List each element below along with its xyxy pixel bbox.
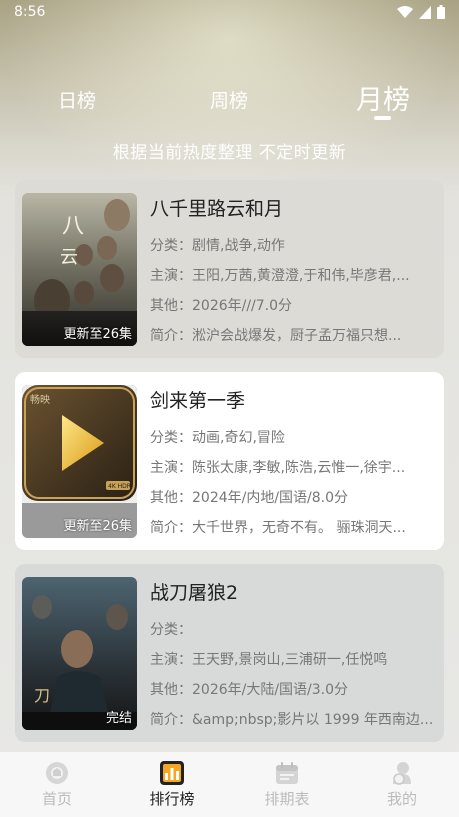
ranking-card[interactable]: 畅映 4K HDR 更新至26集 剑来第一季 分类：动画,奇幻,冒险 主演：陈张… [15,372,444,550]
card-category: 分类： [150,622,192,638]
tab-monthly[interactable]: 月榜 [343,78,423,117]
battery-icon [437,5,445,19]
nav-ranking[interactable]: 排行榜 [132,760,212,809]
card-info: 剑来第一季 分类：动画,奇幻,冒险 主演：陈张太康,李敏,陈浩,云惟一,徐宇..… [150,386,434,543]
poster-image: 刀 完结 [22,577,137,730]
card-other: 其他：2026年///7.0分 [150,298,293,314]
card-cast: 主演：王阳,万茜,黄澄澄,于和伟,毕彦君,... [150,268,410,284]
card-cast: 主演：陈张太康,李敏,陈浩,云惟一,徐宇... [150,460,406,476]
card-title: 战刀屠狼2 [150,582,239,604]
episode-badge: 更新至26集 [63,519,132,534]
profile-icon [393,762,411,785]
card-intro: 简介：大千世界，无奇不有。 骊珠洞天... [150,520,406,536]
poster-calligraphy: 刀 [34,686,50,705]
svg-text:云: 云 [60,247,78,268]
poster-image: 八 云 更新至26集 [22,193,137,346]
bottom-navigation: 首页 排行榜 排期表 我的 [0,752,459,817]
episode-badge: 更新至26集 [63,327,132,342]
card-info: 八千里路云和月 分类：剧情,战争,动作 主演：王阳,万茜,黄澄澄,于和伟,毕彦君… [150,194,434,351]
card-intro: 简介：&amp;nbsp;影片以 1999 年西南边... [150,712,434,728]
ranking-card[interactable]: 八 云 更新至26集 八千里路云和月 分类：剧情,战争,动作 主演：王阳,万茜,… [15,180,444,358]
signal-icon [419,5,431,19]
card-category: 分类：动画,奇幻,冒险 [150,430,285,446]
poster-calligraphy: 八 [62,214,84,239]
home-icon [46,762,68,784]
calendar-icon [276,762,298,784]
tab-daily[interactable]: 日榜 [37,86,117,113]
card-cast: 主演：王天野,景岗山,三浦研一,任悦鸣 [150,652,388,668]
card-title: 八千里路云和月 [150,198,284,220]
card-category: 分类：剧情,战争,动作 [150,238,285,254]
nav-ranking-label: 排行榜 [149,790,195,808]
nav-home[interactable]: 首页 [17,760,97,809]
card-intro: 简介：淞沪会战爆发，厨子孟万福只想... [150,328,402,344]
wifi-icon [397,5,413,18]
nav-schedule-label: 排期表 [264,790,310,808]
poster-image: 畅映 4K HDR 更新至26集 [22,385,137,538]
active-tab-indicator [374,116,391,120]
nav-schedule[interactable]: 排期表 [247,760,327,809]
status-time: 8:56 [14,4,46,20]
status-bar: 8:56 [0,0,459,26]
ranking-icon [160,761,184,785]
tab-weekly[interactable]: 周榜 [189,86,269,113]
poster-corner-text: 畅映 [30,393,50,406]
card-other: 其他：2024年/内地/国语/8.0分 [150,490,349,506]
nav-home-label: 首页 [41,790,72,808]
ranking-subtitle: 根据当前热度整理 不定时更新 [112,143,347,163]
card-info: 战刀屠狼2 分类： 主演：王天野,景岗山,三浦研一,任悦鸣 其他：2026年/大… [150,578,434,735]
poster-tag: 4K HDR [108,483,131,490]
status-icons [397,5,445,19]
ranking-card[interactable]: 刀 完结 战刀屠狼2 分类： 主演：王天野,景岗山,三浦研一,任悦鸣 其他：20… [15,564,444,742]
card-other: 其他：2026年/大陆/国语/3.0分 [150,682,349,698]
card-title: 剑来第一季 [150,390,246,412]
nav-mine-label: 我的 [386,790,417,808]
episode-badge: 完结 [105,711,132,726]
nav-mine[interactable]: 我的 [362,760,442,809]
